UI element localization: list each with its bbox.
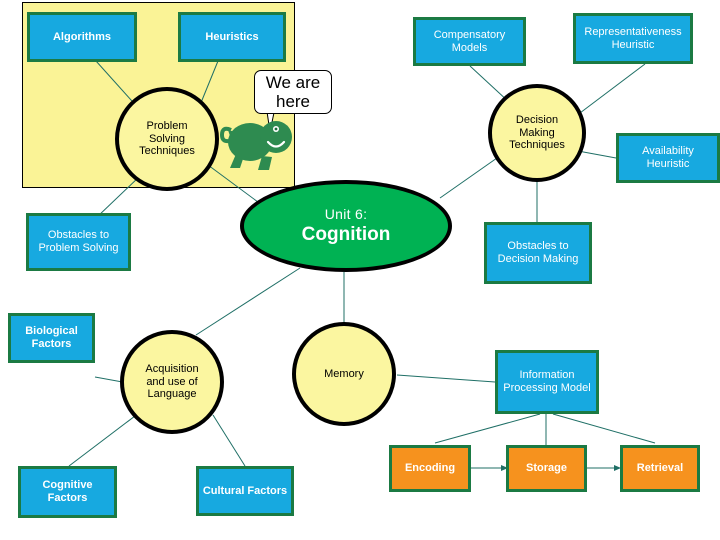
edge-decision-making-to-cognition <box>439 157 498 199</box>
edge-ipm-to-encoding <box>434 413 541 444</box>
node-obstacles-to-decision-making-label: Obstacles to Decision Making <box>497 240 579 265</box>
edge-language-to-cultural <box>212 414 246 467</box>
concept-map-canvas: Algorithms Heuristics Compensatory Model… <box>0 0 720 540</box>
node-obstacles-to-problem-solving-label: Obstacles to Problem Solving <box>38 229 119 254</box>
node-encoding[interactable]: Encoding <box>389 445 471 492</box>
node-availability-heuristic-label: Availability Heuristic <box>642 145 694 170</box>
we-are-here-label: We are here <box>265 72 321 111</box>
cognition-unit-label: Unit 6: <box>324 205 368 222</box>
node-decision-making-techniques-label-line1: Decision <box>515 113 559 126</box>
node-decision-making-techniques-label-line3: Techniques <box>509 139 565 152</box>
node-representativeness-heuristic-label: Representativeness Heuristic <box>584 25 682 51</box>
node-obstacles-to-decision-making[interactable]: Obstacles to Decision Making <box>484 222 592 284</box>
cognition-title-label: Cognition <box>301 224 391 246</box>
node-availability-heuristic[interactable]: Availability Heuristic <box>616 133 720 183</box>
edge-language-to-cognitive <box>68 415 136 467</box>
node-language-label-line2: and use of <box>146 375 198 388</box>
node-biological-factors-label: Biological Factors <box>25 325 78 350</box>
node-compensatory-models[interactable]: Compensatory Models <box>413 17 526 66</box>
node-information-processing-model-label: Information Processing Model <box>503 369 591 394</box>
node-algorithms-label: Algorithms <box>52 30 112 43</box>
node-decision-making-techniques[interactable]: Decision Making Techniques <box>488 84 586 182</box>
edge-availability-to-decision-making <box>577 150 617 159</box>
node-heuristics[interactable]: Heuristics <box>178 12 286 62</box>
node-decision-making-techniques-label-line2: Making <box>519 126 555 139</box>
node-representativeness-heuristic[interactable]: Representativeness Heuristic <box>573 13 693 64</box>
node-cognitive-factors[interactable]: Cognitive Factors <box>18 466 117 518</box>
node-information-processing-model[interactable]: Information Processing Model <box>495 350 599 414</box>
node-problem-solving-techniques-label-line3: Techniques <box>139 145 195 158</box>
edge-ipm-to-retrieval <box>552 413 656 444</box>
node-obstacles-to-problem-solving[interactable]: Obstacles to Problem Solving <box>26 213 131 271</box>
node-compensatory-models-label: Compensatory Models <box>433 28 506 54</box>
node-language-label-line1: Acquisition <box>145 362 199 375</box>
node-heuristics-label: Heuristics <box>205 30 259 43</box>
we-are-here-callout: We are here <box>254 70 332 114</box>
node-problem-solving-techniques-label-line2: Solving <box>148 132 186 145</box>
node-cultural-factors[interactable]: Cultural Factors <box>196 466 294 516</box>
node-encoding-label: Encoding <box>404 462 456 475</box>
edge-representativeness-to-decision-making <box>575 63 646 117</box>
node-language-label-line3: Language <box>147 388 197 401</box>
node-problem-solving-techniques-label-line1: Problem <box>146 119 188 132</box>
node-cognitive-factors-label: Cognitive Factors <box>42 479 93 504</box>
node-memory-label: Memory <box>324 367 364 380</box>
node-retrieval-label: Retrieval <box>636 462 684 475</box>
edge-cognition-to-language <box>195 267 301 336</box>
node-cognition-center[interactable]: Unit 6: Cognition <box>240 180 452 272</box>
node-algorithms[interactable]: Algorithms <box>27 12 137 62</box>
node-biological-factors[interactable]: Biological Factors <box>8 313 95 363</box>
edge-memory-to-ipm <box>396 374 496 383</box>
node-retrieval[interactable]: Retrieval <box>620 445 700 492</box>
node-storage-label: Storage <box>526 462 567 475</box>
node-cultural-factors-label: Cultural Factors <box>202 484 288 497</box>
node-memory[interactable]: Memory <box>292 322 396 426</box>
node-acquisition-and-use-of-language[interactable]: Acquisition and use of Language <box>120 330 224 434</box>
node-storage[interactable]: Storage <box>506 445 587 492</box>
node-problem-solving-techniques[interactable]: Problem Solving Techniques <box>115 87 219 191</box>
